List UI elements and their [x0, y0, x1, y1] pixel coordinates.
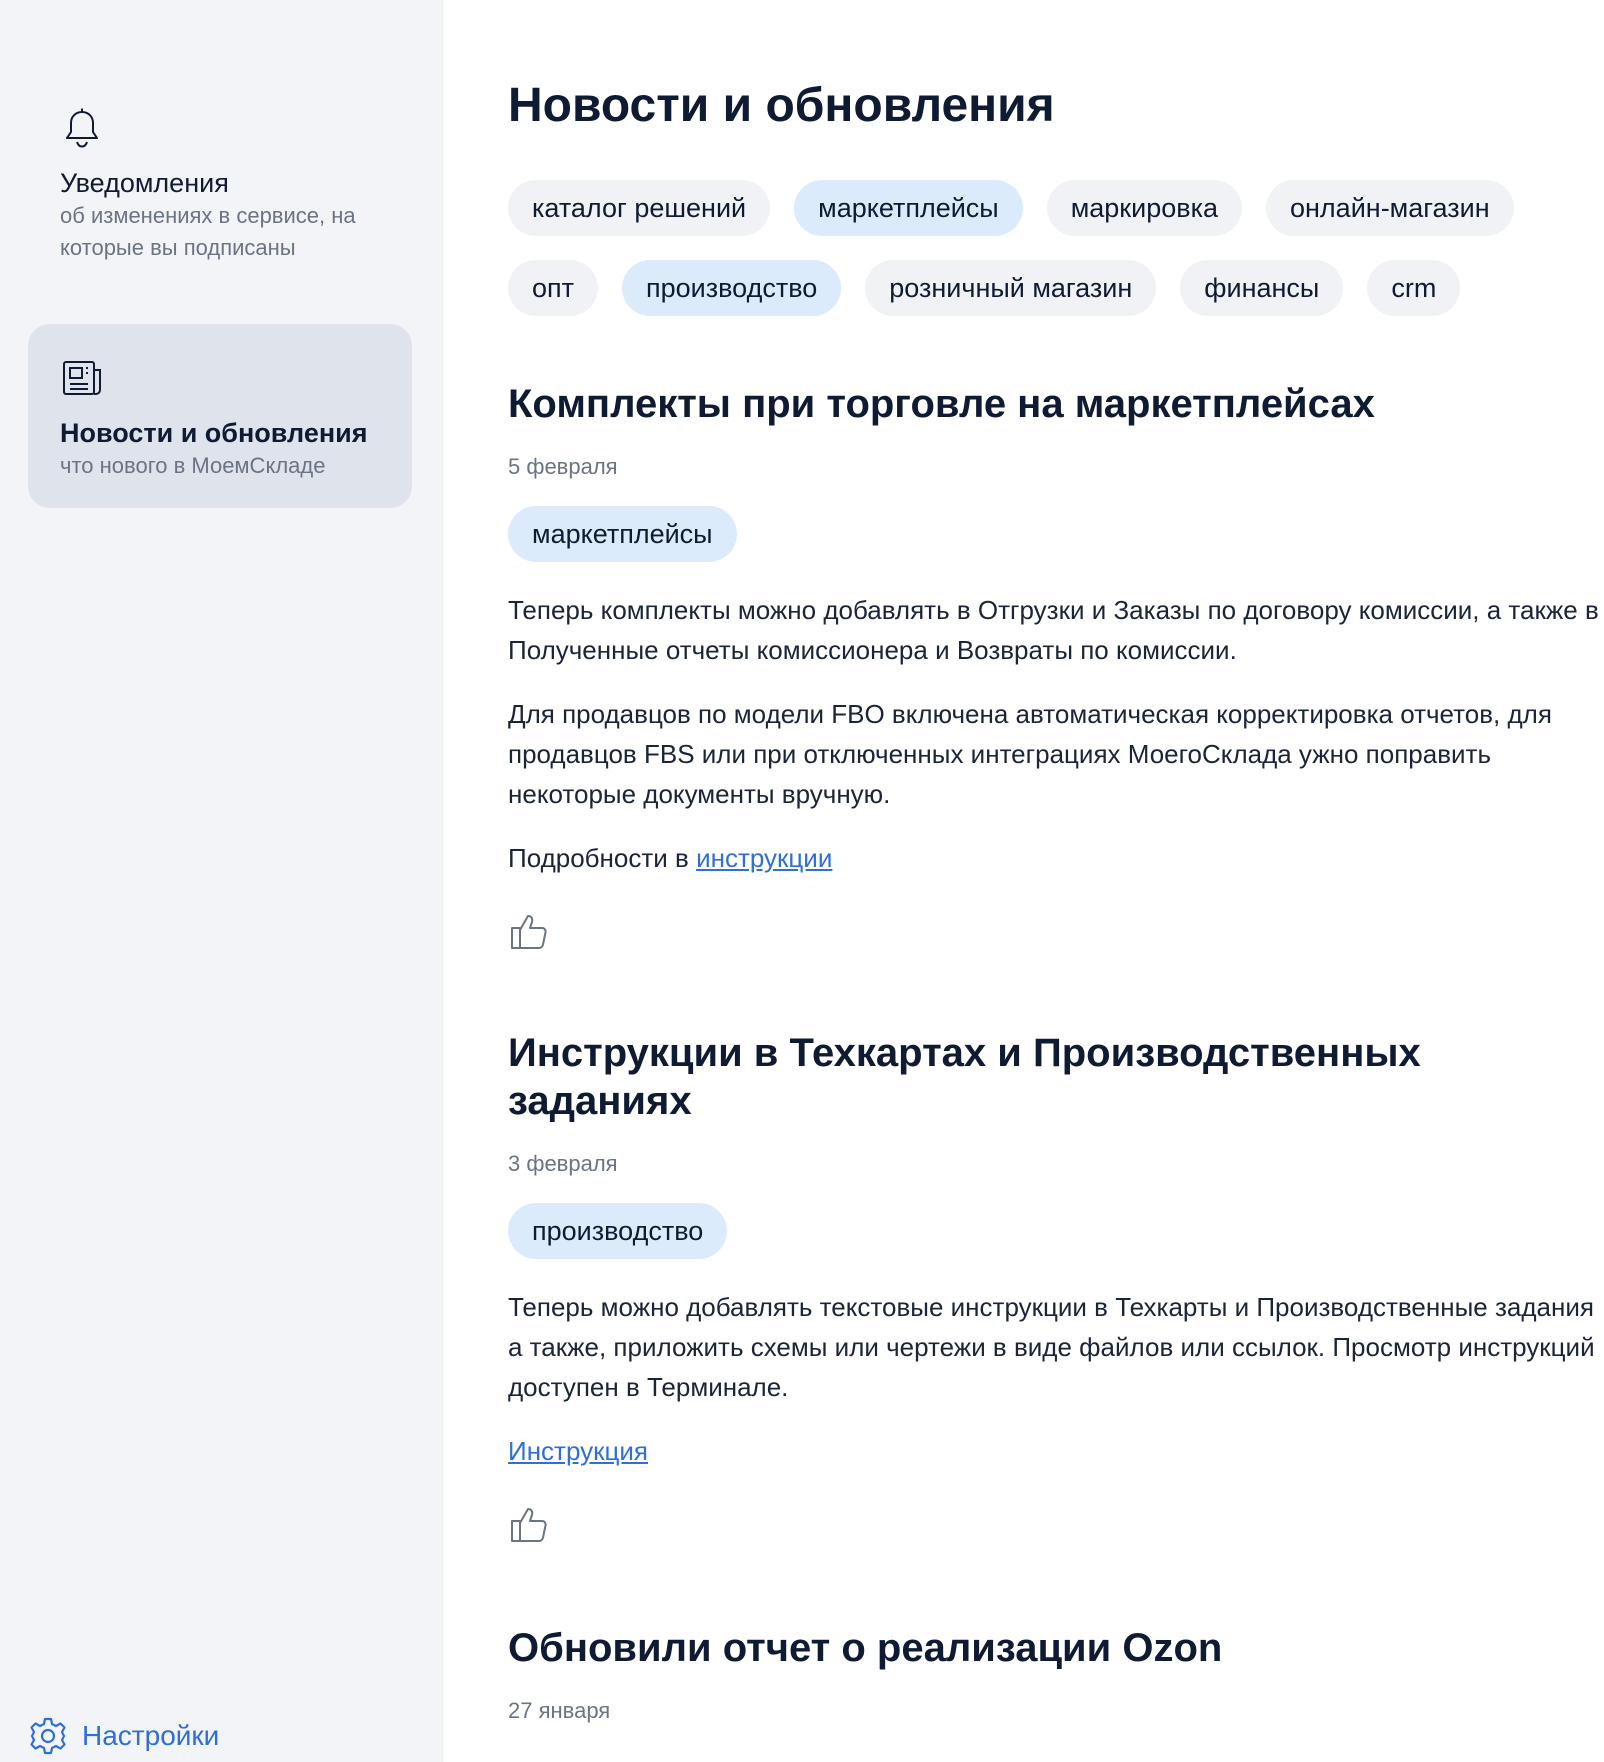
settings-label: Настройки	[82, 1720, 220, 1751]
article-paragraph: Теперь можно добавлять текстовые инструк…	[508, 1292, 1595, 1402]
article-tag[interactable]: маркетплейсы	[508, 506, 737, 562]
article-paragraph: Теперь комплекты можно добавлять в Отгру…	[508, 595, 1599, 665]
article-title: Обновили отчет о реализации Ozon	[508, 1626, 1223, 1670]
article-date: 27 января	[508, 1698, 611, 1723]
settings-link[interactable]: Настройки	[28, 1716, 219, 1756]
sidebar-item-news[interactable]: Новости и обновления что нового в МоемСк…	[28, 324, 412, 508]
sidebar-item-subtitle: что нового в МоемСкладе	[60, 453, 326, 478]
filter-chips: каталог решений маркетплейсы маркировка …	[508, 180, 1604, 316]
article-date: 5 февраля	[508, 454, 618, 479]
main-content: Новости и обновления каталог решений мар…	[508, 0, 1604, 1762]
instruction-link[interactable]: инструкции	[696, 843, 832, 873]
filter-chip-crm[interactable]: crm	[1367, 260, 1461, 316]
filter-chip-production[interactable]: производство	[622, 260, 842, 316]
sidebar-item-title: Уведомления	[60, 168, 229, 198]
article-title: Инструкции в Техкартах и Производственны…	[508, 1031, 1421, 1123]
thumbs-up-icon[interactable]	[508, 1501, 552, 1545]
sidebar-item-subtitle: об изменениях в сервисе, на которые вы п…	[60, 203, 356, 260]
filter-chip-catalog[interactable]: каталог решений	[508, 180, 771, 236]
filter-chip-retail[interactable]: розничный магазин	[865, 260, 1157, 316]
article-more: Подробности в инструкции	[508, 838, 1604, 878]
article-paragraph: Для продавцов по модели FBO включена авт…	[508, 699, 1552, 809]
filter-chip-marketplaces[interactable]: маркетплейсы	[794, 180, 1023, 236]
instruction-link[interactable]: Инструкция	[508, 1436, 648, 1466]
article-title: Комплекты при торговле на маркетплейсах	[508, 382, 1375, 426]
gear-icon	[30, 1717, 66, 1755]
thumbs-up-icon[interactable]	[508, 908, 552, 952]
article-date: 3 февраля	[508, 1151, 618, 1176]
filter-chip-marking[interactable]: маркировка	[1046, 180, 1242, 236]
filter-chip-wholesale[interactable]: опт	[508, 260, 599, 316]
article-more: Инструкция	[508, 1431, 1604, 1471]
article-tag[interactable]: производство	[508, 1203, 728, 1259]
sidebar-item-notifications[interactable]: Уведомления об изменениях в сервисе, на …	[28, 74, 412, 296]
filter-chip-online-store[interactable]: онлайн-магазин	[1266, 180, 1514, 236]
sidebar: Уведомления об изменениях в сервисе, на …	[0, 0, 444, 1762]
sidebar-item-title: Новости и обновления	[60, 418, 368, 448]
news-article: Комплекты при торговле на маркетплейсах …	[508, 380, 1604, 952]
page-title: Новости и обновления	[508, 79, 1055, 132]
article-more-prefix: Подробности в	[508, 843, 697, 873]
news-article: Инструкции в Техкартах и Производственны…	[508, 1029, 1604, 1545]
bell-icon	[66, 108, 98, 148]
newspaper-icon	[63, 361, 101, 395]
filter-chip-finance[interactable]: финансы	[1180, 260, 1344, 316]
news-article: Обновили отчет о реализации Ozon 27 янва…	[508, 1624, 1604, 1726]
